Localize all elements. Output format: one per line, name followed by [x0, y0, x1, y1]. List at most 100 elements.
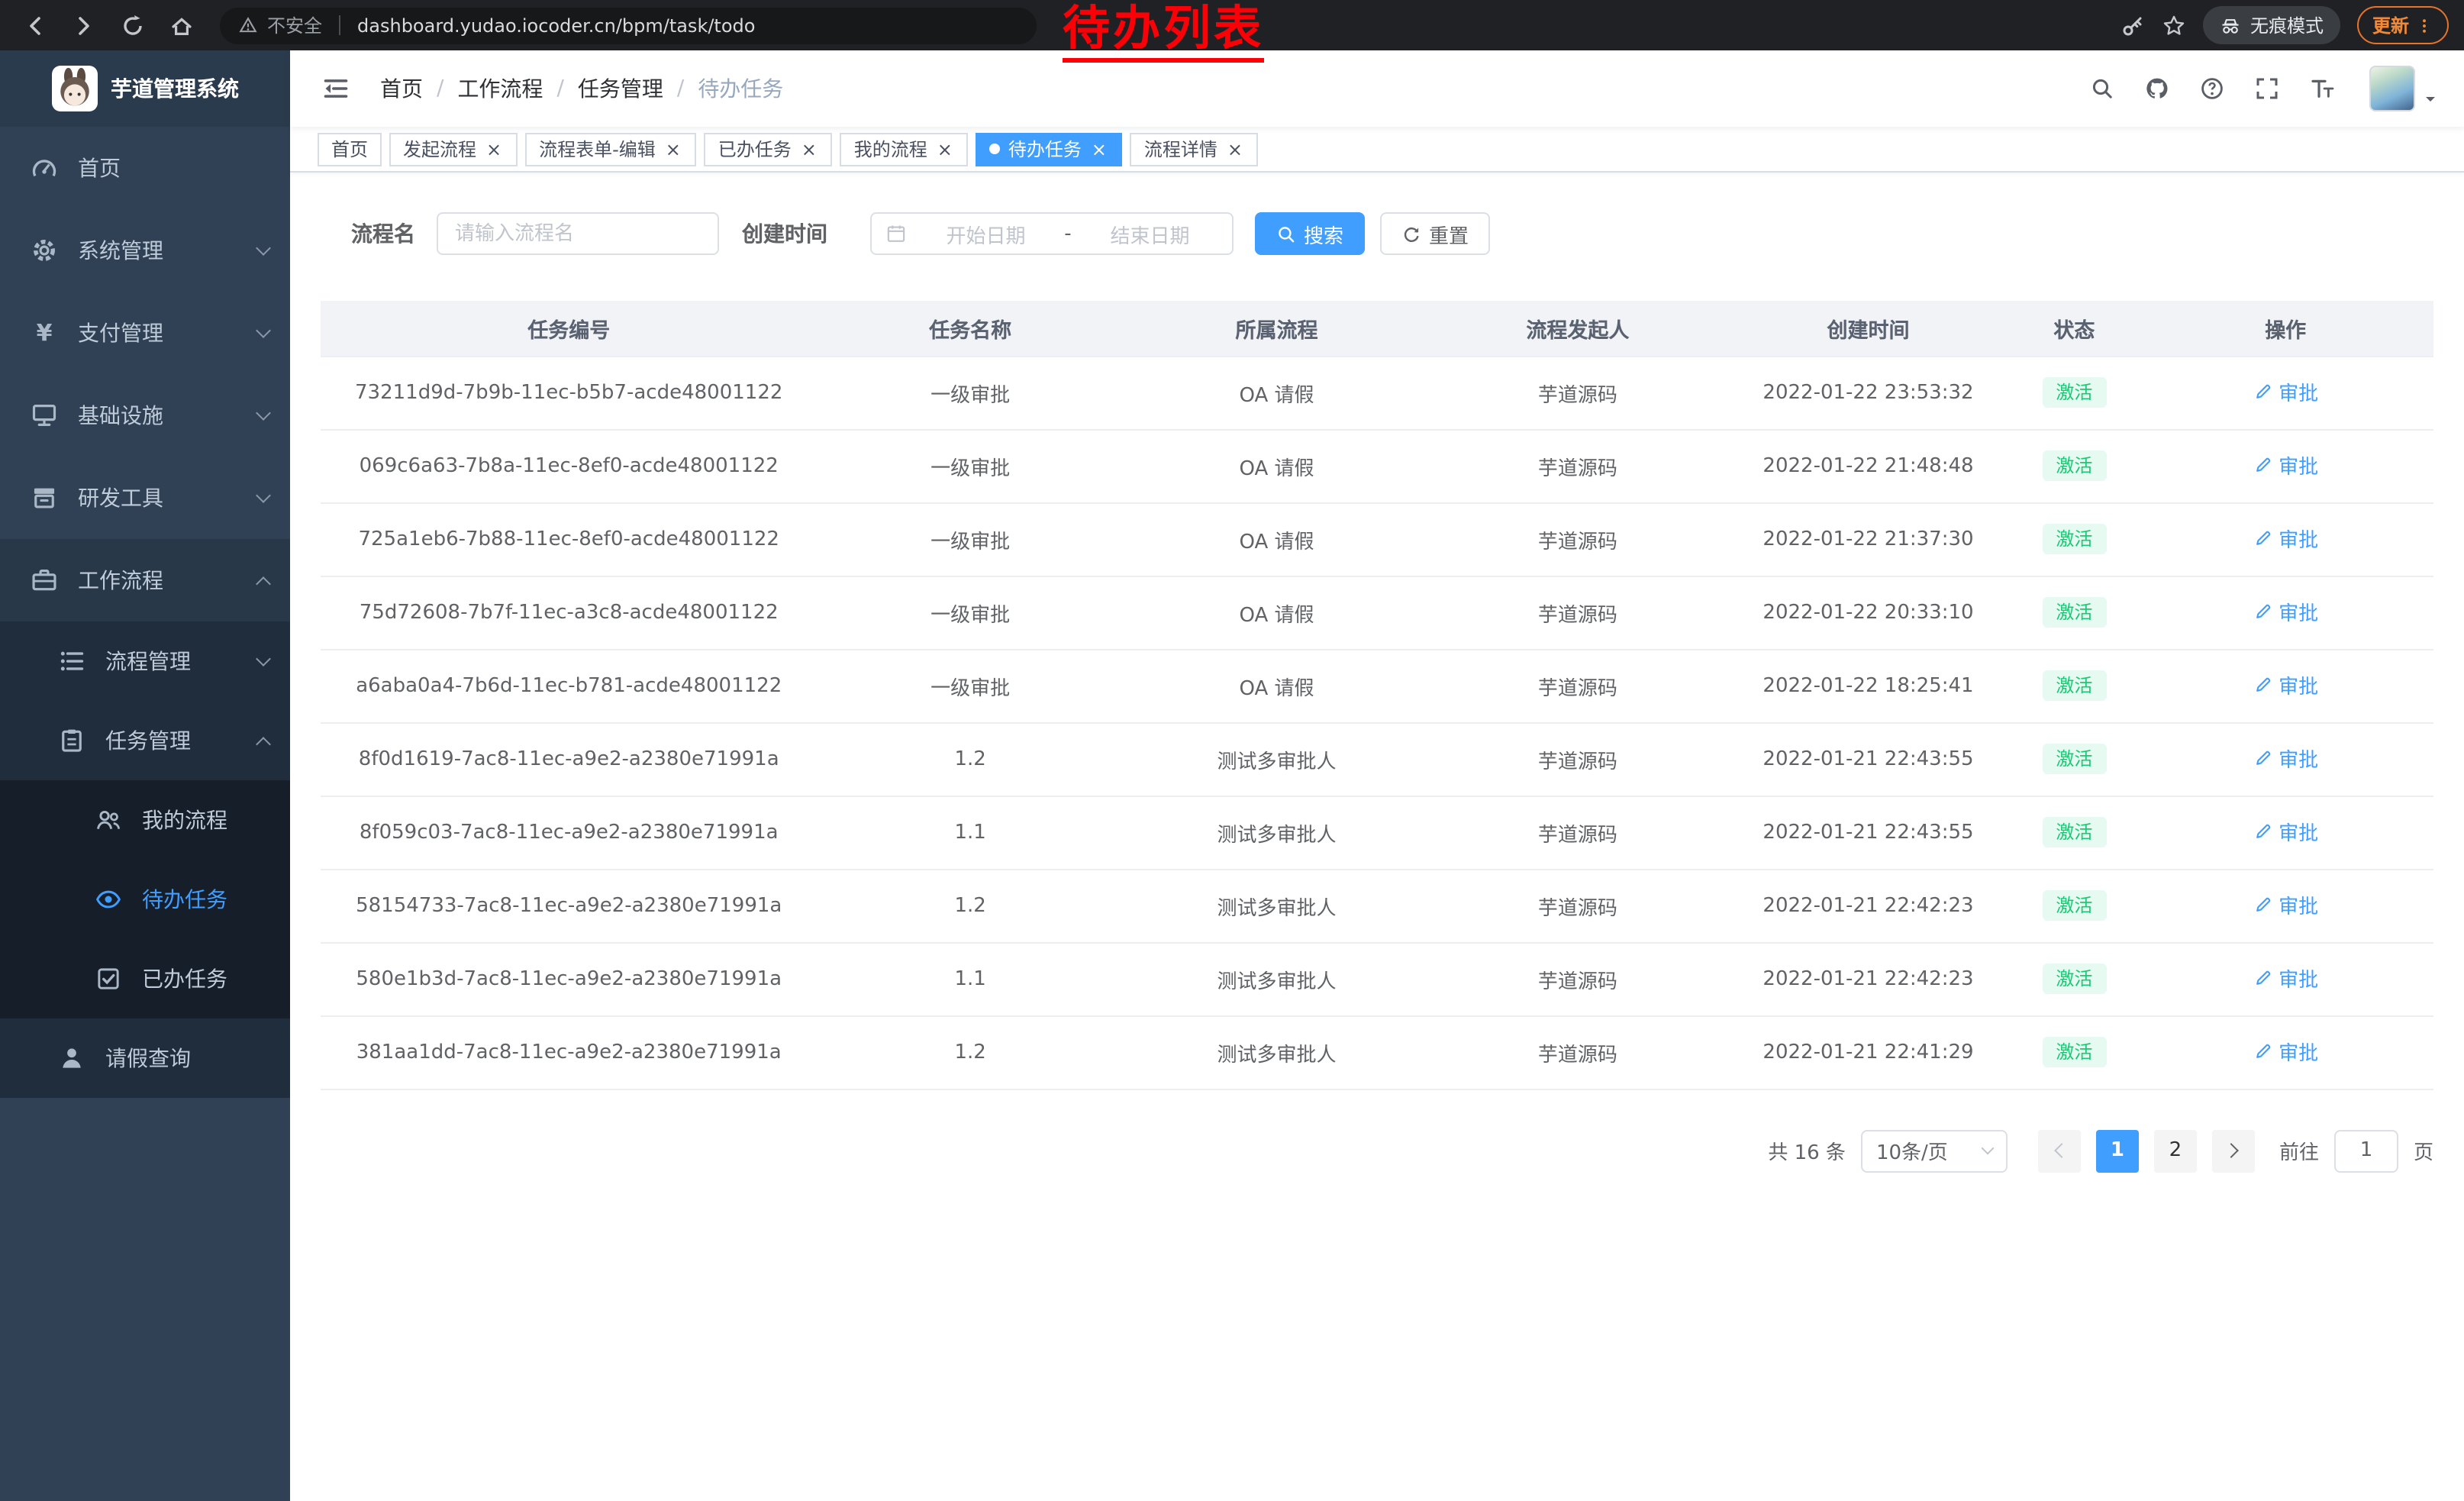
- tab-my-process[interactable]: 我的流程×: [840, 132, 969, 166]
- omnibox-divider: [339, 15, 340, 35]
- gear-icon: [31, 237, 58, 264]
- star-icon[interactable]: [2162, 13, 2186, 37]
- chevron-right-icon: [2224, 1143, 2239, 1158]
- reset-button[interactable]: 重置: [1380, 212, 1490, 255]
- sidebar-item-payment-management[interactable]: ¥支付管理: [0, 292, 290, 374]
- close-icon[interactable]: ×: [799, 139, 819, 159]
- github-button[interactable]: [2134, 66, 2180, 111]
- font-size-button[interactable]: [2299, 66, 2345, 111]
- sidebar-item-label: 研发工具: [78, 483, 163, 513]
- sidebar-toggle-button[interactable]: [313, 66, 359, 111]
- approve-link[interactable]: 审批: [2253, 597, 2318, 626]
- back-button[interactable]: [15, 5, 55, 45]
- home-button[interactable]: [162, 5, 202, 45]
- sidebar-item-dev-tools[interactable]: 研发工具: [0, 457, 290, 539]
- help-button[interactable]: [2189, 66, 2235, 111]
- table-row: 58154733-7ac8-11ec-a9e2-a2380e71991a1.2测…: [321, 869, 2433, 942]
- address-bar[interactable]: 不安全 dashboard.yudao.iocoder.cn/bpm/task/…: [220, 7, 1037, 44]
- goto-page-input[interactable]: [2334, 1129, 2398, 1172]
- close-icon[interactable]: ×: [663, 139, 683, 159]
- cell-task-name: 1.1: [817, 942, 1123, 1015]
- cell-status: 激活: [2011, 796, 2137, 869]
- reload-button[interactable]: [113, 5, 153, 45]
- cell-initiator: 芋道源码: [1430, 942, 1726, 1015]
- approve-link[interactable]: 审批: [2253, 890, 2318, 919]
- sidebar-item-workflow[interactable]: 工作流程: [0, 539, 290, 621]
- tab-todo-tasks[interactable]: 待办任务×: [976, 132, 1123, 166]
- incognito-icon: [2220, 15, 2241, 36]
- sidebar-item-my-process[interactable]: 我的流程: [0, 780, 290, 860]
- forward-button[interactable]: [64, 5, 104, 45]
- warning-icon: [238, 15, 258, 35]
- tab-start-process[interactable]: 发起流程 ×: [389, 132, 518, 166]
- column-header-1: 任务名称: [817, 301, 1123, 356]
- sidebar-item-home[interactable]: 首页: [0, 127, 290, 209]
- sidebar-item-leave-query[interactable]: 请假查询: [0, 1018, 290, 1098]
- update-button[interactable]: 更新: [2357, 6, 2449, 44]
- cell-action: 审批: [2137, 649, 2433, 722]
- close-icon[interactable]: ×: [1225, 139, 1245, 159]
- approve-link[interactable]: 审批: [2253, 744, 2318, 773]
- tab-home[interactable]: 首页: [318, 132, 382, 166]
- tab-done-tasks[interactable]: 已办任务×: [705, 132, 833, 166]
- approve-link[interactable]: 审批: [2253, 670, 2318, 699]
- status-badge: 激活: [2042, 744, 2106, 775]
- breadcrumb-workflow[interactable]: 工作流程: [457, 73, 543, 104]
- approve-link[interactable]: 审批: [2253, 377, 2318, 406]
- search-button[interactable]: 搜索: [1255, 212, 1365, 255]
- cell-create-time: 2022-01-21 22:42:23: [1726, 942, 2011, 1015]
- breadcrumb-task-management[interactable]: 任务管理: [578, 73, 663, 104]
- approve-link[interactable]: 审批: [2253, 1037, 2318, 1066]
- process-name-input[interactable]: [437, 212, 719, 255]
- fullscreen-button[interactable]: [2244, 66, 2290, 111]
- tab-process-detail[interactable]: 流程详情×: [1130, 132, 1259, 166]
- sidebar-item-done-tasks[interactable]: 已办任务: [0, 939, 290, 1018]
- tab-form-edit[interactable]: 流程表单-编辑×: [525, 132, 697, 166]
- table-row: 73211d9d-7b9b-11ec-b5b7-acde48001122一级审批…: [321, 356, 2433, 429]
- infra-icon: [31, 402, 58, 429]
- page-button-2[interactable]: 2: [2154, 1129, 2197, 1172]
- sidebar-item-task-management[interactable]: 任务管理: [0, 701, 290, 780]
- pen-icon: [2253, 382, 2272, 402]
- cell-status: 激活: [2011, 502, 2137, 576]
- prev-page-button[interactable]: [2038, 1129, 2081, 1172]
- approve-label: 审批: [2279, 670, 2318, 699]
- sidebar-item-todo-tasks[interactable]: 待办任务: [0, 860, 290, 939]
- approve-link[interactable]: 审批: [2253, 964, 2318, 993]
- task-icon: [58, 727, 85, 754]
- key-icon[interactable]: [2121, 13, 2145, 37]
- cell-task-id: 8f0d1619-7ac8-11ec-a9e2-a2380e71991a: [321, 722, 817, 796]
- close-icon[interactable]: ×: [935, 139, 955, 159]
- sidebar-item-process-management[interactable]: 流程管理: [0, 621, 290, 701]
- cell-initiator: 芋道源码: [1430, 1015, 1726, 1089]
- approve-link[interactable]: 审批: [2253, 524, 2318, 553]
- page-size-select[interactable]: 10条/页: [1861, 1129, 2008, 1172]
- column-header-5: 状态: [2011, 301, 2137, 356]
- sidebar-item-infrastructure[interactable]: 基础设施: [0, 374, 290, 457]
- breadcrumb-separator: /: [437, 76, 443, 101]
- table-row: 8f0d1619-7ac8-11ec-a9e2-a2380e71991a1.2测…: [321, 722, 2433, 796]
- status-badge: 激活: [2042, 524, 2106, 555]
- close-icon[interactable]: ×: [1089, 139, 1109, 159]
- github-icon: [2145, 76, 2169, 101]
- column-header-3: 流程发起人: [1430, 301, 1726, 356]
- sidebar-item-system-management[interactable]: 系统管理: [0, 209, 290, 292]
- tab-label: 发起流程: [403, 136, 476, 162]
- breadcrumb-home[interactable]: 首页: [380, 73, 423, 104]
- status-badge: 激活: [2042, 1037, 2106, 1068]
- approve-link[interactable]: 审批: [2253, 450, 2318, 479]
- close-icon[interactable]: ×: [484, 139, 504, 159]
- user-menu[interactable]: [2369, 66, 2440, 111]
- app-logo[interactable]: 芋道管理系统: [0, 50, 290, 127]
- header-search-button[interactable]: [2079, 66, 2125, 111]
- page-button-1[interactable]: 1: [2096, 1129, 2139, 1172]
- yen-icon: ¥: [31, 319, 58, 347]
- date-range-picker[interactable]: 开始日期 - 结束日期: [870, 212, 1234, 255]
- next-page-button[interactable]: [2212, 1129, 2255, 1172]
- people-icon: [95, 806, 122, 834]
- forward-icon: [72, 13, 96, 37]
- cell-initiator: 芋道源码: [1430, 649, 1726, 722]
- approve-link[interactable]: 审批: [2253, 817, 2318, 846]
- approve-label: 审批: [2279, 377, 2318, 406]
- search-icon: [2090, 76, 2114, 101]
